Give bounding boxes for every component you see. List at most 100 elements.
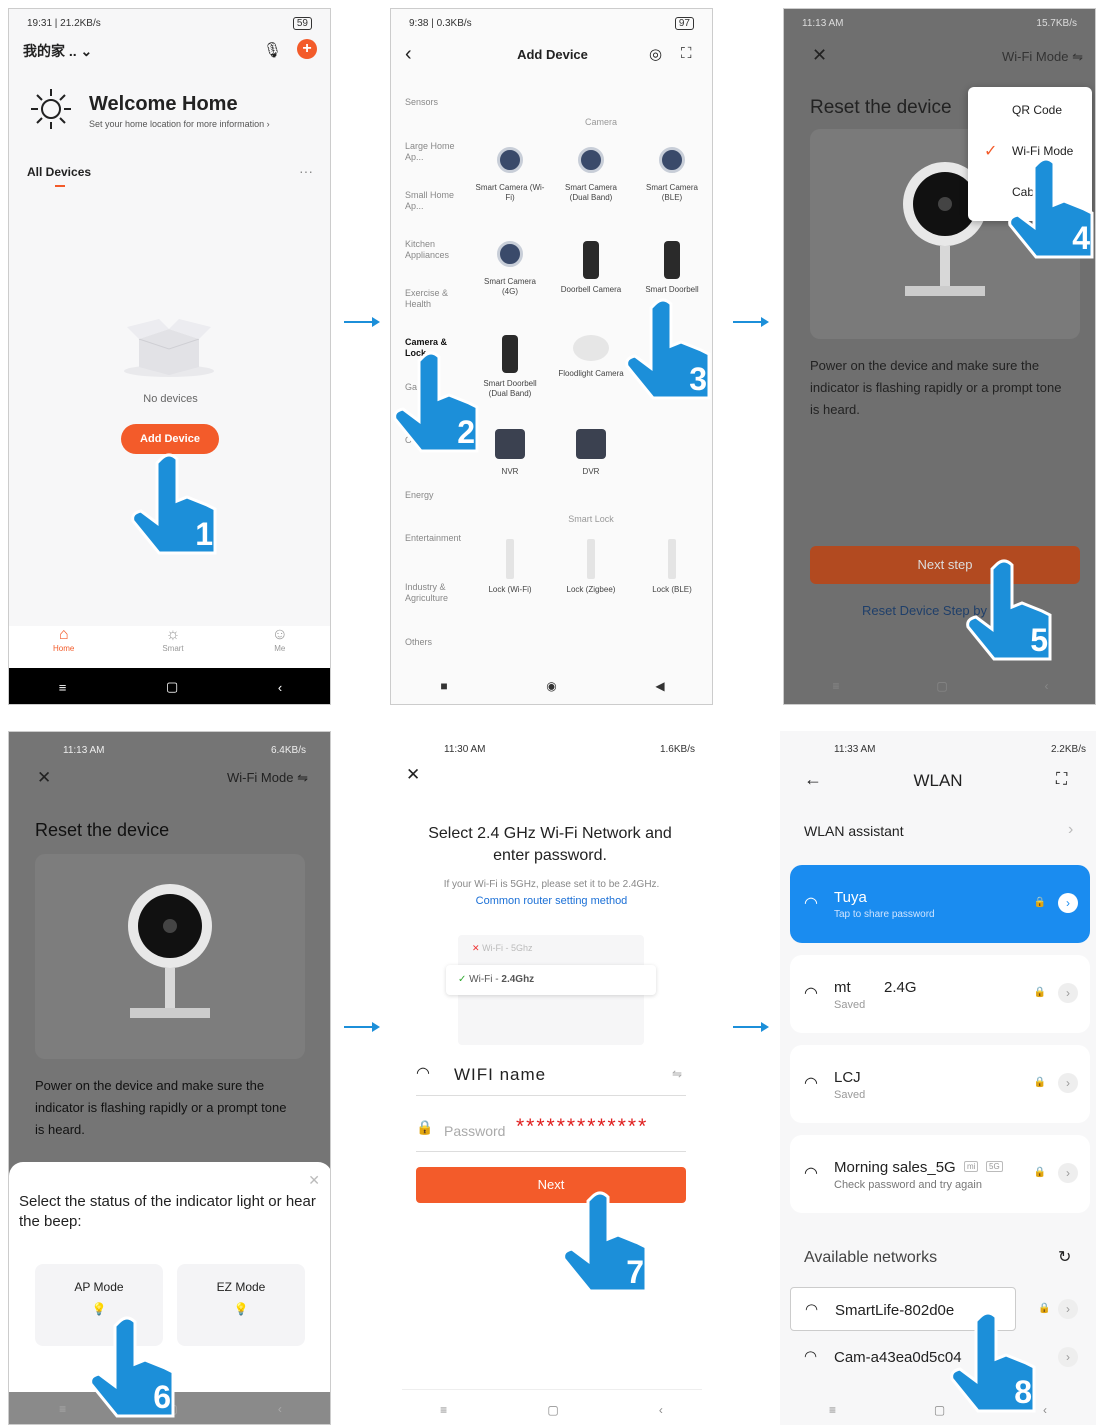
add-button[interactable]: + bbox=[297, 39, 317, 59]
divider bbox=[416, 1151, 686, 1152]
back-nav-icon[interactable]: ◀ bbox=[655, 679, 664, 693]
battery-icon: 97 bbox=[674, 16, 694, 30]
device-item[interactable]: Lock (Wi-Fi) bbox=[475, 539, 545, 595]
password-field[interactable]: ************* bbox=[516, 1115, 648, 1139]
sun-icon bbox=[29, 87, 73, 131]
device-item[interactable]: DVR bbox=[556, 429, 626, 477]
device-item[interactable]: Smart Doorbell bbox=[637, 241, 707, 295]
network-status: Check password and try again bbox=[834, 1179, 982, 1191]
scan-target-icon[interactable]: ◎ bbox=[649, 45, 662, 63]
details-icon[interactable]: › bbox=[1058, 893, 1078, 913]
close-sheet-icon[interactable]: ✕ bbox=[308, 1172, 320, 1189]
menu-nav-icon[interactable]: ≡ bbox=[829, 1403, 836, 1417]
category-item[interactable]: Large Home Ap... bbox=[405, 141, 465, 163]
mic-icon[interactable]: 🎙 bbox=[263, 41, 282, 59]
menu-item-qr-code[interactable]: QR Code bbox=[1012, 103, 1062, 117]
category-item[interactable]: Kitchen Appliances bbox=[405, 239, 465, 261]
device-item[interactable]: Lock (Zigbee) bbox=[556, 539, 626, 595]
close-icon[interactable]: ✕ bbox=[37, 768, 51, 788]
mode-switch[interactable]: Wi-Fi Mode ⇋ bbox=[227, 770, 308, 786]
wlan-assistant-link[interactable]: WLAN assistant bbox=[804, 823, 904, 839]
device-item[interactable]: Smart Camera (Wi-Fi) bbox=[475, 147, 545, 203]
home-nav-icon[interactable]: ▢ bbox=[166, 679, 178, 695]
device-item[interactable]: Floodlight Camera bbox=[556, 335, 626, 379]
step-number: 7 bbox=[626, 1254, 644, 1290]
category-item[interactable]: Industry & Agriculture bbox=[405, 582, 465, 604]
device-label: Smart Doorbell (Dual Band) bbox=[483, 379, 537, 398]
close-icon[interactable]: ✕ bbox=[812, 45, 827, 66]
device-item[interactable]: Doorbell Camera bbox=[556, 241, 626, 295]
network-lcj[interactable]: ◠ LCJ Saved 🔒 › bbox=[790, 1045, 1090, 1123]
pointer-hand-icon: 3 bbox=[623, 294, 712, 404]
menu-nav-icon[interactable]: ≡ bbox=[59, 680, 67, 695]
device-item[interactable]: Lock (BLE) bbox=[637, 539, 707, 595]
category-item[interactable]: Energy bbox=[405, 490, 465, 501]
home-nav-icon[interactable]: ▢ bbox=[936, 679, 947, 693]
wifi-icon: ◠ bbox=[804, 895, 818, 912]
home-nav-icon[interactable]: ▢ bbox=[934, 1403, 945, 1417]
step-number: 2 bbox=[457, 414, 475, 450]
category-item[interactable]: Exercise & Health bbox=[405, 288, 465, 310]
details-icon[interactable]: › bbox=[1058, 1347, 1078, 1367]
status-time: 11:13 AM bbox=[802, 17, 844, 29]
wifi-icon: ◠ bbox=[804, 1348, 818, 1365]
panel-add-device: 9:38 | 0.3KB/s 97 ‹ Add Device ◎ ⛶ Sensor… bbox=[390, 8, 713, 705]
device-item[interactable]: Smart Doorbell (Dual Band) bbox=[475, 335, 545, 399]
network-morning-sales[interactable]: ◠ Morning sales_5G mi 5G Check password … bbox=[790, 1135, 1090, 1213]
mode-switch[interactable]: Wi-Fi Mode ⇋ bbox=[1002, 49, 1083, 65]
back-nav-icon[interactable]: ‹ bbox=[278, 680, 282, 695]
section-camera: Camera bbox=[584, 117, 617, 127]
device-item[interactable]: Smart Camera (BLE) bbox=[637, 147, 707, 203]
tab-smart[interactable]: ☼ Smart bbox=[162, 626, 183, 668]
device-label: Doorbell Camera bbox=[560, 285, 622, 294]
details-icon[interactable]: › bbox=[1058, 1299, 1078, 1319]
details-icon[interactable]: › bbox=[1058, 1073, 1078, 1093]
status-time: 11:30 AM bbox=[444, 743, 486, 755]
ez-mode-option[interactable]: EZ Mode 💡 bbox=[177, 1264, 305, 1346]
back-nav-icon[interactable]: ‹ bbox=[1043, 1403, 1047, 1417]
home-icon: ⌂ bbox=[58, 626, 69, 643]
page-title: Reset the device bbox=[35, 820, 170, 840]
network-mt[interactable]: ◠ mt 2.4G Saved 🔒 › bbox=[790, 955, 1090, 1033]
close-icon[interactable]: ✕ bbox=[406, 765, 420, 785]
lock-device-icon bbox=[506, 539, 514, 579]
details-icon[interactable]: › bbox=[1058, 1163, 1078, 1183]
switch-network-icon[interactable]: ⇋ bbox=[672, 1067, 682, 1081]
category-item[interactable]: Small Home Ap... bbox=[405, 190, 465, 212]
network-tuya[interactable]: ◠ Tuya Tap to share password 🔒 › bbox=[790, 865, 1090, 943]
category-item[interactable]: Sensors bbox=[405, 97, 465, 108]
wifi-name-field[interactable]: WIFI name bbox=[454, 1065, 546, 1085]
tab-me[interactable]: ☺ Me bbox=[272, 626, 288, 668]
all-devices-tab[interactable]: All Devices bbox=[27, 165, 91, 179]
device-item[interactable]: Smart Camera (4G) bbox=[475, 241, 545, 297]
category-item[interactable]: Entertainment bbox=[405, 533, 465, 544]
home-selector[interactable]: 我的家 .. ⌄ bbox=[23, 41, 92, 61]
home-nav-icon[interactable]: ▢ bbox=[547, 1403, 558, 1417]
more-icon[interactable]: ··· bbox=[299, 163, 313, 179]
category-item[interactable]: Others bbox=[405, 637, 465, 648]
panel-reset-menu: 11:13 AM 15.7KB/s ✕ Wi-Fi Mode ⇋ Reset th… bbox=[783, 8, 1096, 705]
qr-scan-icon[interactable]: ⛶ bbox=[1056, 771, 1067, 789]
back-nav-icon[interactable]: ‹ bbox=[1045, 679, 1049, 693]
refresh-icon[interactable]: ↻ bbox=[1058, 1247, 1071, 1267]
back-nav-icon[interactable]: ‹ bbox=[659, 1403, 663, 1417]
bulb-icon: 💡 bbox=[233, 1302, 249, 1316]
back-nav-icon[interactable]: ‹ bbox=[278, 1402, 282, 1416]
router-setting-link[interactable]: Common router setting method bbox=[390, 895, 713, 907]
tab-home[interactable]: ⌂ Home bbox=[53, 626, 74, 668]
step-number: 5 bbox=[1030, 622, 1048, 658]
status-bar: 19:31 | 21.2KB/s 59 bbox=[9, 9, 330, 37]
lock-icon: 🔒 bbox=[1038, 1303, 1051, 1314]
camera-device-icon bbox=[576, 429, 606, 459]
details-icon[interactable]: › bbox=[1058, 983, 1078, 1003]
square-nav-icon[interactable]: ■ bbox=[440, 679, 447, 693]
menu-nav-icon[interactable]: ≡ bbox=[832, 679, 839, 693]
menu-nav-icon[interactable]: ≡ bbox=[440, 1403, 447, 1417]
device-item[interactable]: Smart Camera (Dual Band) bbox=[556, 147, 626, 203]
circle-nav-icon[interactable]: ◉ bbox=[546, 679, 556, 693]
menu-nav-icon[interactable]: ≡ bbox=[59, 1402, 66, 1416]
device-item[interactable]: NVR bbox=[475, 429, 545, 477]
qr-scan-icon[interactable]: ⛶ bbox=[681, 45, 692, 62]
band-hint: If your Wi-Fi is 5GHz, please set it to … bbox=[443, 879, 660, 890]
location-hint[interactable]: Set your home location for more informat… bbox=[89, 119, 270, 129]
